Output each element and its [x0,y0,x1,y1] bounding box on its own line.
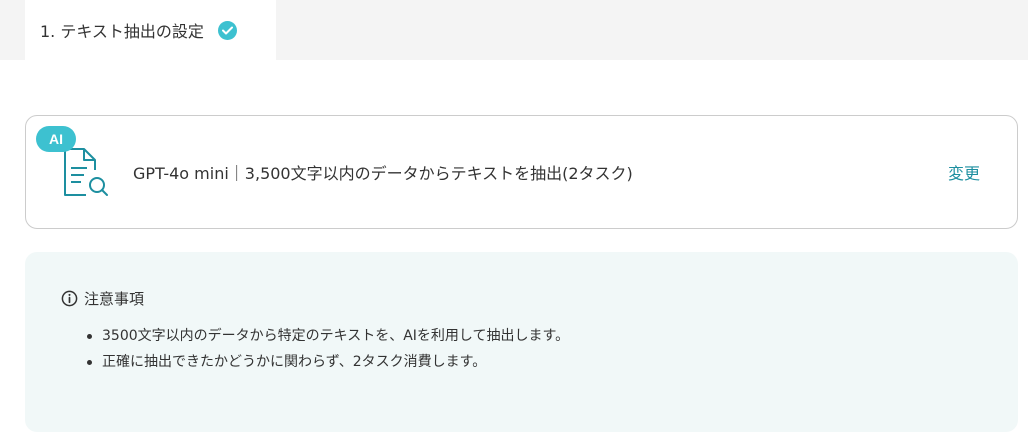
action-description: GPT-4o mini｜3,500文字以内のデータからテキストを抽出(2タスク) [133,164,633,183]
document-search-icon [64,148,108,196]
info-circle-icon [61,290,78,307]
notice-item: 正確に抽出できたかどうかに関わらず、2タスク消費します。 [87,352,569,378]
step-tab-bar: 1. テキスト抽出の設定 [0,0,1028,60]
notice-title: 注意事項 [84,290,145,308]
notice-item: 3500文字以内のデータから特定のテキストを、AIを利用して抽出します。 [87,326,569,352]
notice-box: 注意事項 3500文字以内のデータから特定のテキストを、AIを利用して抽出します… [25,252,1018,432]
notice-list: 3500文字以内のデータから特定のテキストを、AIを利用して抽出します。 正確に… [87,326,569,378]
change-button[interactable]: 変更 [948,160,980,184]
tab-text-extraction-settings[interactable]: 1. テキスト抽出の設定 [25,0,276,60]
action-card: AI GPT-4o mini｜3,500文字以内のデータからテキストを抽出(2タ… [25,115,1018,229]
check-circle-icon [217,20,237,40]
ai-badge: AI [36,126,76,152]
notice-header: 注意事項 [61,288,144,309]
tab-label: 1. テキスト抽出の設定 [40,22,204,41]
